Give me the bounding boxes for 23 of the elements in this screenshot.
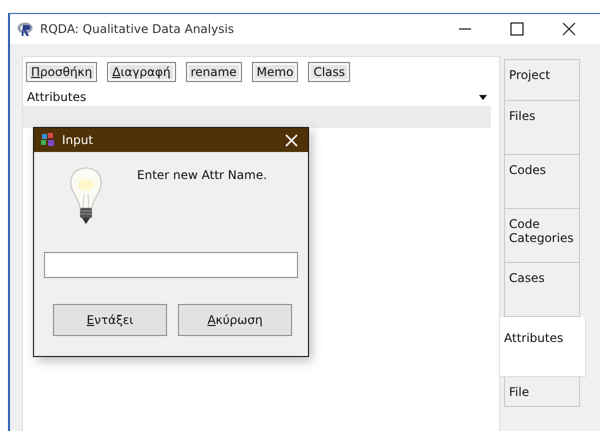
toolbar-button[interactable]: rename [186, 62, 242, 82]
side-tab[interactable]: Project [504, 59, 580, 101]
toolbar-button[interactable]: Διαγραφή [107, 62, 176, 82]
toolbar-button[interactable]: Class [308, 62, 350, 82]
side-tab[interactable]: Attributes [500, 317, 586, 377]
side-tab[interactable]: File [504, 377, 580, 407]
side-tab[interactable]: Code Categories [504, 209, 580, 263]
side-tab[interactable]: Cases [504, 263, 580, 317]
dialog-title: Input [62, 133, 94, 147]
close-icon[interactable] [562, 22, 576, 36]
app-logo-icon [16, 20, 34, 38]
toolbar-button[interactable]: Προσθήκη [26, 62, 98, 82]
app-logo-icon [40, 132, 56, 148]
toolbar-button[interactable]: Memo [252, 62, 298, 82]
dialog-message: Enter new Attr Name. [137, 167, 268, 182]
side-tab[interactable]: Codes [504, 155, 580, 209]
dropdown-arrow-icon [479, 94, 487, 100]
dialog-button[interactable]: Ακύρωση [178, 304, 292, 336]
window-title: RQDA: Qualitative Data Analysis [40, 22, 234, 36]
input-field[interactable] [44, 252, 298, 278]
maximize-icon[interactable] [510, 22, 524, 36]
side-tab[interactable]: Files [504, 101, 580, 155]
dialog-button[interactable]: Εντάξει [53, 304, 167, 336]
